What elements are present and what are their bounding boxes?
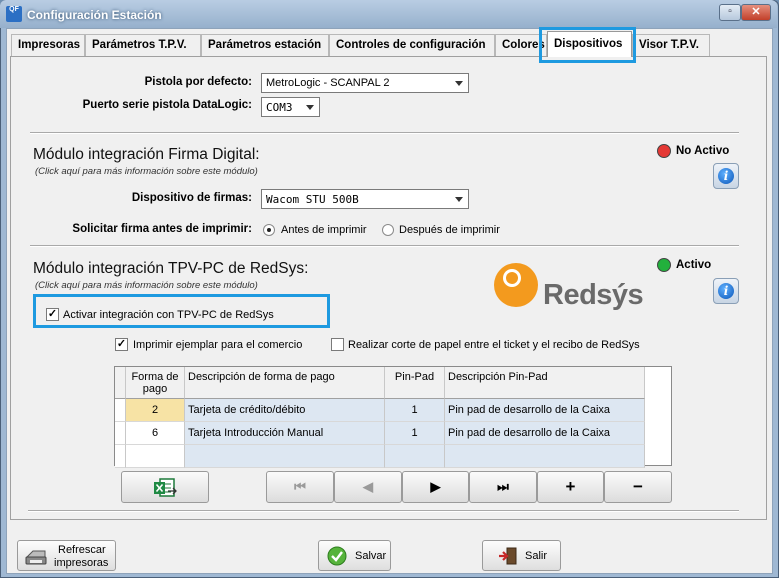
serial-label: Puerto serie pistola DataLogic:: [82, 99, 252, 111]
cut-paper-label[interactable]: Realizar corte de papel entre el ticket …: [348, 339, 640, 351]
tab-parametros-tpv[interactable]: Parámetros T.P.V.: [85, 34, 201, 56]
table-cell[interactable]: Tarjeta de crédito/débito: [185, 399, 385, 422]
exit-label: Salir: [525, 550, 548, 562]
info-icon: i: [718, 168, 734, 184]
radio-after-print[interactable]: [382, 224, 394, 236]
divider: [30, 132, 739, 134]
divider: [28, 510, 739, 512]
pistol-label: Pistola por defecto:: [144, 76, 252, 88]
table-cell-empty[interactable]: [385, 445, 445, 468]
row-header[interactable]: [115, 445, 126, 468]
excel-icon: [154, 478, 177, 497]
pistol-value: MetroLogic - SCANPAL 2: [266, 77, 390, 89]
tab-controles-configuracion[interactable]: Controles de configuración: [329, 34, 495, 56]
table-cell[interactable]: 1: [385, 422, 445, 445]
redsys-module-title[interactable]: Módulo integración TPV-PC de RedSys:: [33, 260, 308, 278]
signature-device-select[interactable]: Wacom STU 500B: [261, 189, 469, 209]
export-excel-button[interactable]: [121, 471, 209, 503]
serial-port-select[interactable]: COM3: [261, 97, 320, 117]
signature-ask-label: Solicitar firma antes de imprimir:: [72, 223, 252, 235]
window-title: Configuración Estación: [27, 8, 162, 22]
table-cell-empty[interactable]: [445, 445, 645, 468]
table-cell[interactable]: Pin pad de desarrollo de la Caixa: [445, 399, 645, 422]
previous-record-button[interactable]: ◀: [334, 471, 402, 503]
chevron-down-icon: [306, 105, 314, 110]
signature-status: No Activo: [676, 145, 730, 157]
signature-device-value: Wacom STU 500B: [266, 193, 359, 206]
grid-header[interactable]: Descripción de forma de pago: [185, 367, 385, 399]
chevron-down-icon: [455, 81, 463, 86]
last-record-button[interactable]: ⏭: [469, 471, 537, 503]
grid-header[interactable]: Pin-Pad: [385, 367, 445, 399]
tab-highlight-box: [539, 27, 636, 63]
signature-module-title[interactable]: Módulo integración Firma Digital:: [33, 146, 260, 164]
table-cell-empty[interactable]: [126, 445, 185, 468]
pistol-select[interactable]: MetroLogic - SCANPAL 2: [261, 73, 469, 93]
table-cell[interactable]: 6: [126, 422, 185, 445]
next-record-button[interactable]: ▶: [402, 471, 469, 503]
redsys-module-hint[interactable]: (Click aquí para más información sobre e…: [35, 280, 258, 291]
chevron-down-icon: [455, 197, 463, 202]
minimize-button[interactable]: ▫: [719, 4, 741, 21]
app-icon: QF: [6, 6, 22, 22]
refresh-printers-button[interactable]: Refrescar impresoras: [17, 540, 116, 571]
divider: [30, 245, 739, 247]
delete-record-button[interactable]: −: [604, 471, 672, 503]
redsys-info-button[interactable]: i: [713, 278, 739, 304]
grid-corner: [115, 367, 126, 399]
status-led-icon: [657, 144, 671, 158]
info-icon: i: [718, 283, 734, 299]
row-header[interactable]: [115, 399, 126, 422]
redsys-logo-icon: [492, 260, 542, 310]
table-cell-empty[interactable]: [185, 445, 385, 468]
print-copy-label[interactable]: Imprimir ejemplar para el comercio: [133, 339, 302, 351]
radio-before-print-label[interactable]: Antes de imprimir: [281, 224, 367, 236]
table-cell[interactable]: 1: [385, 399, 445, 422]
grid-header[interactable]: Descripción Pin-Pad: [445, 367, 645, 399]
cut-paper-checkbox[interactable]: [331, 338, 344, 351]
row-header[interactable]: [115, 422, 126, 445]
check-icon: [327, 546, 347, 566]
radio-before-print[interactable]: [263, 224, 275, 236]
close-button[interactable]: ✕: [741, 4, 771, 21]
table-cell[interactable]: 2: [126, 399, 185, 422]
refresh-printers-label-1: Refrescar: [58, 544, 106, 556]
first-record-button[interactable]: ⏮: [266, 471, 334, 503]
radio-after-print-label[interactable]: Después de imprimir: [399, 224, 500, 236]
print-copy-checkbox[interactable]: ✓: [115, 338, 128, 351]
tab-visor-tpv[interactable]: Visor T.P.V.: [632, 34, 710, 56]
redsys-logo-text: Redsýs: [543, 279, 644, 311]
grid-header[interactable]: Forma de pago: [126, 367, 185, 399]
grid-empty-area: [645, 367, 671, 465]
save-label: Salvar: [355, 550, 387, 562]
add-record-button[interactable]: +: [537, 471, 604, 503]
checkbox-highlight-box: [33, 294, 330, 328]
save-button[interactable]: Salvar: [318, 540, 391, 571]
exit-door-icon: [499, 547, 517, 565]
refresh-printers-label-2: impresoras: [54, 557, 109, 569]
signature-device-label: Dispositivo de firmas:: [131, 192, 252, 204]
signature-module-hint[interactable]: (Click aquí para más información sobre e…: [35, 166, 258, 177]
printer-icon: [25, 550, 47, 565]
table-cell[interactable]: Tarjeta Introducción Manual: [185, 422, 385, 445]
status-led-icon: [657, 258, 671, 272]
serial-port-value: COM3: [266, 101, 293, 114]
tab-impresoras[interactable]: Impresoras: [11, 34, 85, 56]
payment-grid[interactable]: Forma de pago Descripción de forma de pa…: [114, 366, 672, 468]
redsys-status: Activo: [676, 259, 712, 271]
table-cell[interactable]: Pin pad de desarrollo de la Caixa: [445, 422, 645, 445]
exit-button[interactable]: Salir: [482, 540, 561, 571]
signature-info-button[interactable]: i: [713, 163, 739, 189]
tab-parametros-estacion[interactable]: Parámetros estación: [201, 34, 329, 56]
